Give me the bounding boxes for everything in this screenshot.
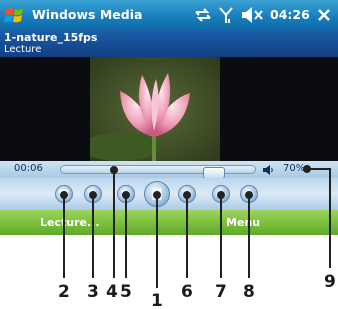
minus-icon (216, 193, 226, 196)
callout-9: 9 (324, 272, 336, 292)
fullscreen-icon (59, 189, 69, 199)
volume-icon[interactable] (240, 5, 266, 25)
plus-icon (244, 189, 254, 199)
app-title: Windows Media (32, 7, 143, 22)
next-icon (183, 190, 191, 198)
volume-level: 70% (283, 163, 306, 174)
track-title: 1-nature_15fps (4, 31, 98, 44)
callout-1: 1 (151, 291, 163, 309)
track-artist: Lecture (4, 44, 42, 55)
track-info: 1-nature_15fps Lecture (0, 30, 338, 57)
speaker-icon[interactable] (262, 164, 274, 176)
elapsed-time: 00:06 (14, 163, 43, 174)
playback-controls (0, 178, 338, 210)
previous-button[interactable] (117, 185, 135, 203)
connectivity-icon[interactable] (194, 5, 212, 25)
next-button[interactable] (178, 185, 196, 203)
close-icon[interactable] (316, 7, 332, 23)
video-frame-lotus (90, 57, 220, 161)
left-softkey[interactable]: Lecture... (40, 216, 100, 229)
video-display[interactable] (0, 57, 338, 161)
callout-6: 6 (181, 282, 193, 302)
callout-8: 8 (243, 282, 255, 302)
volume-down-button[interactable] (212, 185, 230, 203)
title-bar: Windows Media 04:26 (0, 0, 338, 30)
progress-bar-area: 00:06 70% (0, 161, 338, 179)
pause-icon (152, 188, 162, 200)
right-softkey[interactable]: Menu (226, 216, 260, 229)
flip-icon (88, 190, 97, 199)
callout-2: 2 (58, 282, 70, 302)
clock[interactable]: 04:26 (270, 7, 310, 22)
volume-up-button[interactable] (240, 185, 258, 203)
signal-icon[interactable] (218, 5, 234, 25)
previous-icon (122, 190, 130, 198)
callout-3: 3 (87, 282, 99, 302)
flip-button[interactable] (84, 185, 102, 203)
callout-7: 7 (215, 282, 227, 302)
fullscreen-button[interactable] (55, 185, 73, 203)
softkey-bar: Lecture... Menu (0, 210, 338, 235)
callout-5: 5 (120, 282, 132, 302)
windows-start-icon[interactable] (4, 4, 26, 26)
seek-bar[interactable] (60, 165, 256, 179)
callout-4: 4 (106, 282, 118, 302)
play-pause-button[interactable] (144, 181, 170, 207)
